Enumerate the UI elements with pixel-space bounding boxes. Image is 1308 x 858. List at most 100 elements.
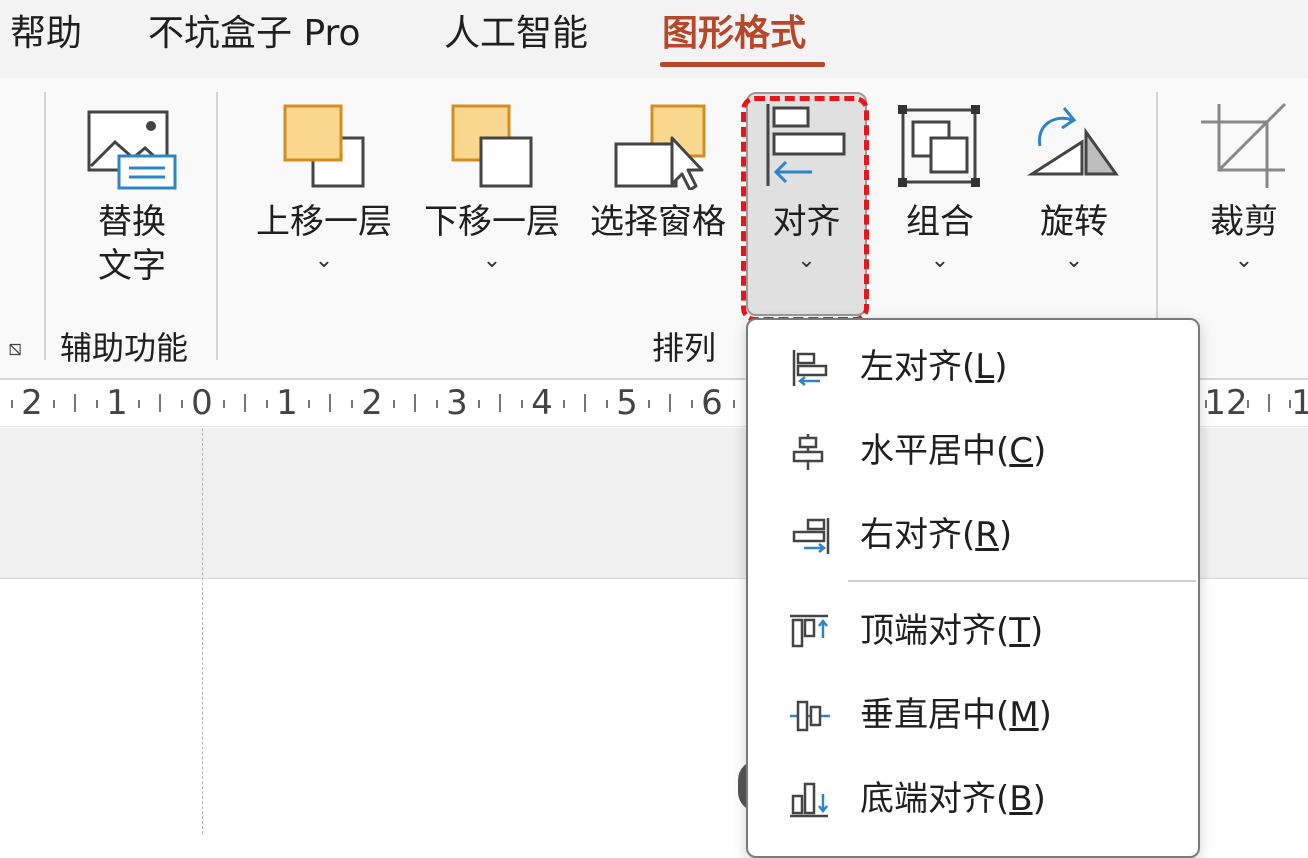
ruler-tick [181, 400, 183, 408]
group-label: 组合 [906, 202, 974, 242]
ruler-tick [478, 400, 480, 408]
align-middle-icon [790, 700, 830, 732]
bring-forward-button[interactable]: 上移一层 ⌄ [250, 102, 398, 272]
chevron-down-icon: ⌄ [314, 248, 334, 273]
ruler-label: 1 [276, 383, 298, 423]
ruler-tick [648, 400, 650, 408]
ruler-label: 12 [1204, 383, 1248, 423]
ruler-tick [393, 400, 395, 408]
menu-item-align-bottom[interactable]: 底端对齐(B) [748, 760, 1198, 840]
align-dropdown-menu: 左对齐(L) 水平居中(C) 右对齐(R) 顶端对齐(T) 垂直居中(M) 底端… [746, 318, 1200, 858]
ruler-tick [414, 394, 416, 412]
menu-item-label: 右对齐(R) [860, 515, 1013, 555]
ruler-tick [691, 400, 693, 408]
align-center-icon [792, 434, 824, 470]
align-button-content[interactable]: 对齐 ⌄ [746, 102, 867, 272]
align-icon [766, 104, 845, 186]
menu-item-label: 顶端对齐(T) [860, 611, 1044, 651]
chevron-down-icon: ⌄ [482, 248, 502, 273]
group-separator [216, 92, 218, 360]
crop-label: 裁剪 [1210, 202, 1278, 242]
group-separator [1156, 92, 1158, 332]
ruler-tick [606, 400, 608, 408]
ruler-tick [96, 400, 98, 408]
ruler-label: 1 [106, 383, 128, 423]
send-backward-label: 下移一层 [424, 202, 560, 242]
ruler-tick [521, 400, 523, 408]
align-label: 对齐 [772, 202, 841, 242]
align-left-icon [792, 350, 828, 386]
ruler-tick [138, 400, 140, 408]
group-label-arrange: 排列 [652, 329, 717, 367]
menu-item-align-top[interactable]: 顶端对齐(T) [748, 592, 1198, 672]
tab-bukeng-box-pro[interactable]: 不坑盒子 Pro [148, 10, 361, 58]
group-button[interactable]: 组合 ⌄ [878, 102, 1002, 272]
alt-text-label-line2: 文字 [98, 246, 166, 286]
selection-pane-label: 选择窗格 [590, 202, 726, 242]
chevron-down-icon: ⌄ [930, 248, 950, 273]
ruler-tick [733, 400, 735, 408]
align-top-icon [790, 614, 828, 648]
menu-item-label: 底端对齐(B) [860, 779, 1046, 819]
tab-shape-format[interactable]: 图形格式 [662, 10, 806, 58]
send-backward-button[interactable]: 下移一层 ⌄ [418, 102, 566, 272]
ruler-label: 2 [361, 383, 383, 423]
menu-item-align-center[interactable]: 水平居中(C) [748, 412, 1198, 492]
alt-text-icon [87, 110, 177, 190]
menu-item-align-middle[interactable]: 垂直居中(M) [748, 676, 1198, 756]
rotate-icon [1026, 107, 1119, 176]
ruler-tick [436, 400, 438, 408]
ruler-tick [223, 400, 225, 408]
selection-pane-button[interactable]: 选择窗格 [584, 102, 732, 244]
chevron-down-icon: ⌄ [1234, 248, 1254, 273]
chevron-down-icon: ⌄ [1064, 248, 1084, 273]
ruler-label: 0 [191, 383, 213, 423]
group-label-accessibility: 辅助功能 [60, 329, 189, 367]
menu-item-align-right[interactable]: 右对齐(R) [748, 496, 1198, 576]
ruler-tick [1289, 400, 1291, 408]
alt-text-label-line1: 替换 [98, 202, 166, 242]
ruler-label: 2 [21, 383, 43, 423]
menu-separator [848, 580, 1196, 582]
ruler-tick [11, 400, 13, 408]
menu-item-label: 左对齐(L) [860, 347, 1008, 387]
alt-text-button[interactable]: 替换 文字 [72, 108, 192, 288]
ruler-tick [499, 394, 501, 412]
ruler-tick [1268, 394, 1270, 412]
ruler-tick [266, 400, 268, 408]
selection-pane-icon [614, 104, 706, 190]
ruler-label: 5 [616, 383, 638, 423]
ruler-tick [74, 394, 76, 412]
tab-ai[interactable]: 人工智能 [444, 10, 588, 58]
crop-button[interactable]: 裁剪 ⌄ [1192, 102, 1296, 272]
bring-forward-icon [283, 104, 365, 188]
align-bottom-icon [790, 782, 828, 818]
align-right-icon [792, 518, 830, 554]
ribbon-tab-bar: 帮助 不坑盒子 Pro 人工智能 图形格式 [0, 0, 1308, 78]
menu-item-label: 水平居中(C) [860, 431, 1047, 471]
chevron-down-icon: ⌄ [797, 248, 816, 273]
ruler-tick [351, 400, 353, 408]
menu-item-label: 垂直居中(M) [860, 695, 1052, 735]
ruler-label: 3 [446, 383, 468, 423]
ruler-tick [1247, 400, 1249, 408]
send-backward-icon [451, 104, 533, 188]
ruler-tick [563, 400, 565, 408]
ruler-tick [53, 400, 55, 408]
ruler-tick [669, 394, 671, 412]
ruler-label: 1 [1291, 383, 1308, 423]
ruler-tick [329, 394, 331, 412]
bring-forward-label: 上移一层 [256, 202, 392, 242]
ruler-label: 6 [701, 383, 723, 423]
menu-item-align-left[interactable]: 左对齐(L) [748, 328, 1198, 408]
ruler-tick [584, 394, 586, 412]
ruler-tick [1205, 400, 1207, 408]
rotate-label: 旋转 [1040, 202, 1108, 242]
tab-help[interactable]: 帮助 [10, 10, 82, 58]
dialog-launcher-icon[interactable]: ⧅ [8, 336, 22, 361]
active-tab-indicator [660, 62, 825, 67]
ruler-tick [159, 394, 161, 412]
ruler-tick [244, 394, 246, 412]
ruler-label: 4 [531, 383, 553, 423]
rotate-button[interactable]: 旋转 ⌄ [1012, 102, 1136, 272]
